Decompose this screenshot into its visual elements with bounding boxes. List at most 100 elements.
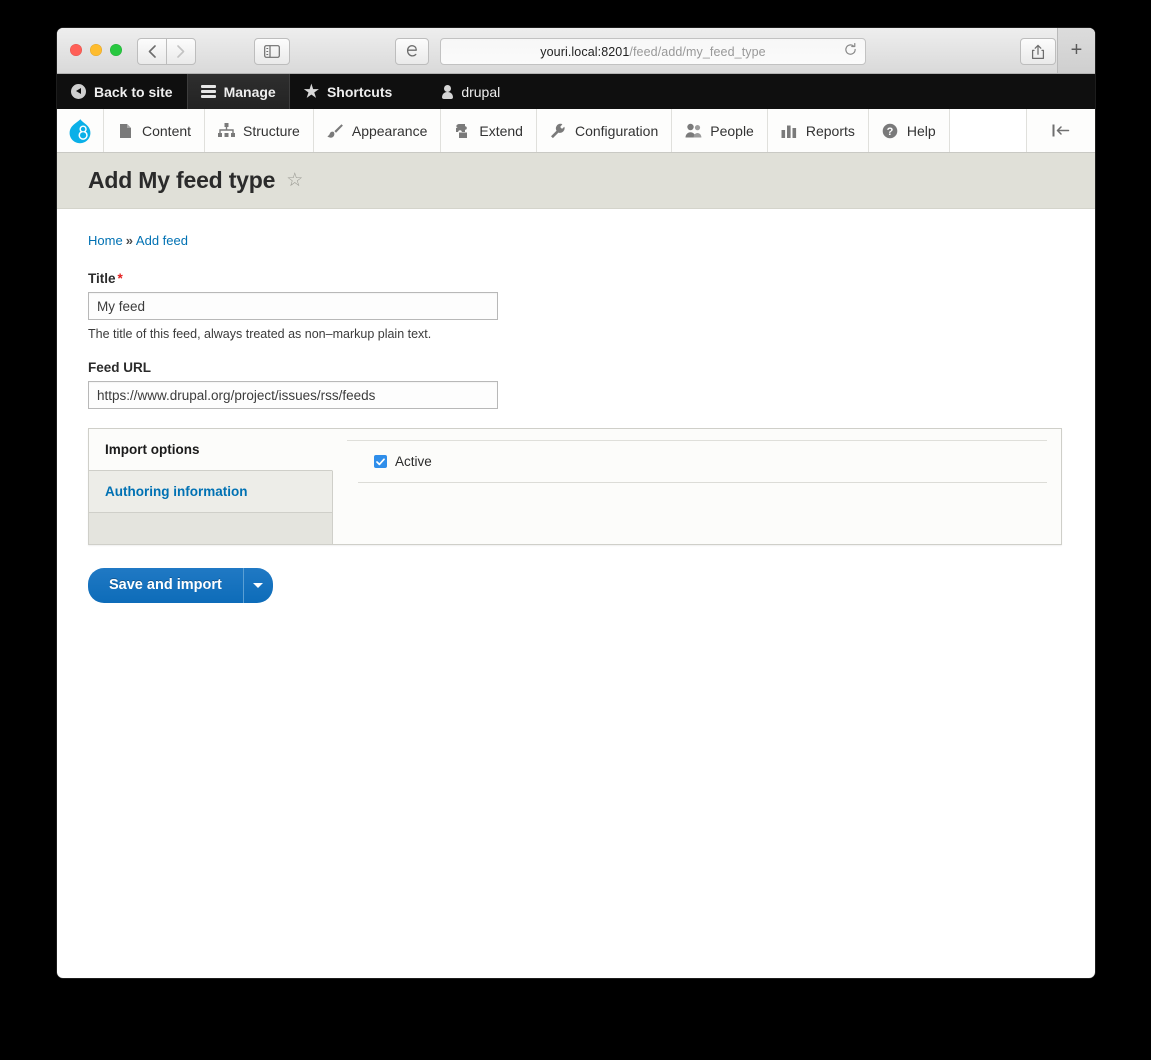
star-outline-icon[interactable]: ☆ (286, 171, 303, 190)
back-button[interactable] (137, 38, 166, 65)
breadcrumb-separator: » (125, 233, 133, 248)
chevron-left-icon (148, 45, 156, 58)
caret-down-icon (253, 583, 264, 588)
menu-item-appearance-label: Appearance (351, 122, 428, 139)
feed-url-field-group: Feed URL (88, 360, 1064, 409)
menu-item-configuration-label: Configuration (574, 122, 659, 139)
toolbar-item-shortcuts[interactable]: ★ Shortcuts (290, 74, 407, 109)
screen-root: youri.local:8201/feed/add/my_feed_type +… (0, 0, 1151, 1060)
paintbrush-icon (327, 122, 344, 139)
toolbar-item-user-label: drupal (461, 83, 501, 100)
page-header: Add My feed type ☆ (57, 153, 1095, 209)
required-marker: * (117, 271, 123, 286)
browser-chrome-toolbar: youri.local:8201/feed/add/my_feed_type + (57, 28, 1095, 74)
menu-item-extend[interactable]: Extend (441, 109, 537, 152)
wrench-icon (550, 122, 567, 139)
toolbar-item-manage[interactable]: Manage (186, 74, 290, 109)
reload-button[interactable] (844, 42, 857, 59)
vertical-tab-authoring-information[interactable]: Authoring information (89, 471, 332, 513)
hamburger-icon (200, 85, 216, 98)
share-button[interactable] (1020, 38, 1056, 65)
vertical-tabs-menu: Import options Authoring information (89, 429, 333, 544)
pane-bottom-divider (358, 482, 1047, 483)
menu-item-configuration[interactable]: Configuration (536, 109, 673, 152)
structure-icon (218, 122, 236, 139)
title-input[interactable] (88, 292, 498, 320)
toolbar-item-back-to-site[interactable]: Back to site (57, 74, 187, 109)
vertical-tab-import-options-label: Import options (105, 442, 200, 457)
toolbar-item-back-to-site-label: Back to site (94, 83, 173, 100)
admin-menu-bar: Content Structure Appearance Extend Conf… (57, 109, 1095, 153)
active-checkbox[interactable] (374, 455, 387, 468)
chevron-right-icon (177, 45, 185, 58)
menu-item-reports-label: Reports (805, 122, 855, 139)
url-path: /feed/add/my_feed_type (629, 44, 766, 59)
sidebar-toggle-icon (264, 45, 280, 58)
people-icon (685, 122, 702, 139)
new-tab-label: + (1070, 39, 1083, 61)
address-bar-text: youri.local:8201/feed/add/my_feed_type (540, 45, 765, 59)
main-content: Home»Add feed Title* The title of this f… (57, 209, 1095, 603)
reader-view-button[interactable] (395, 38, 429, 65)
menu-item-help[interactable]: ? Help (868, 109, 950, 152)
window-traffic-lights (70, 44, 122, 56)
back-circle-icon (71, 84, 86, 99)
toolbar-item-manage-label: Manage (223, 83, 276, 100)
address-bar[interactable]: youri.local:8201/feed/add/my_feed_type (440, 38, 866, 65)
feed-url-field-label: Feed URL (88, 360, 152, 375)
menu-bar-spacer (949, 109, 1027, 152)
menu-item-help-label: Help (906, 122, 936, 139)
breadcrumb-home-link[interactable]: Home (88, 233, 123, 248)
feed-url-input[interactable] (88, 381, 498, 409)
save-and-import-split-button: Save and import (88, 568, 273, 603)
breadcrumb-current-link[interactable]: Add feed (136, 233, 188, 248)
page-title: Add My feed type (88, 167, 276, 193)
bar-chart-icon (781, 122, 798, 139)
feed-form: Title* The title of this feed, always tr… (88, 271, 1064, 603)
title-field-label: Title * (88, 271, 1064, 286)
question-circle-icon: ? (882, 122, 899, 139)
drupal-logo-icon (69, 118, 91, 143)
menu-item-people-label: People (710, 122, 754, 139)
collapse-left-icon (1052, 124, 1070, 137)
minimize-window-button[interactable] (90, 44, 102, 56)
drupal-logo-button[interactable] (57, 109, 104, 152)
save-and-import-button[interactable]: Save and import (88, 568, 243, 603)
reload-icon (845, 42, 856, 55)
svg-text:?: ? (887, 126, 894, 138)
menu-item-content-label: Content (142, 122, 192, 139)
menu-item-people[interactable]: People (672, 109, 768, 152)
file-icon (117, 122, 134, 139)
zoom-window-button[interactable] (110, 44, 122, 56)
menu-item-reports[interactable]: Reports (767, 109, 869, 152)
reader-icon (406, 44, 417, 57)
forward-button[interactable] (166, 38, 196, 65)
menu-item-appearance[interactable]: Appearance (313, 109, 442, 152)
active-checkbox-label[interactable]: Active (395, 454, 432, 469)
browser-window: youri.local:8201/feed/add/my_feed_type +… (57, 28, 1095, 978)
save-and-import-dropdown-button[interactable] (242, 568, 273, 603)
person-icon (442, 84, 454, 99)
sidebar-toggle-button[interactable] (254, 38, 290, 65)
puzzle-icon (454, 122, 471, 139)
menu-collapse-button[interactable] (1027, 109, 1095, 152)
form-actions: Save and import (88, 545, 1064, 603)
menu-item-structure[interactable]: Structure (205, 109, 314, 152)
vertical-tab-import-options[interactable]: Import options (89, 429, 333, 471)
title-field-description: The title of this feed, always treated a… (88, 327, 432, 341)
vertical-tab-authoring-information-label: Authoring information (105, 484, 248, 499)
star-icon: ★ (303, 82, 319, 101)
vertical-tabs: Import options Authoring information Act… (88, 428, 1062, 545)
new-tab-button[interactable]: + (1057, 28, 1095, 73)
close-window-button[interactable] (70, 44, 82, 56)
menu-item-extend-label: Extend (479, 122, 523, 139)
vertical-tabs-menu-filler (89, 513, 332, 544)
toolbar-item-user[interactable]: drupal (406, 74, 514, 109)
breadcrumb: Home» Add feed (88, 233, 1064, 248)
share-icon (1031, 44, 1045, 59)
menu-item-structure-label: Structure (243, 122, 300, 139)
title-label-text: Title (88, 271, 116, 286)
menu-item-content[interactable]: Content (104, 109, 206, 152)
active-checkbox-row[interactable]: Active (347, 441, 1047, 482)
admin-toolbar: Back to site Manage ★ Shortcuts drupal (57, 74, 1095, 109)
